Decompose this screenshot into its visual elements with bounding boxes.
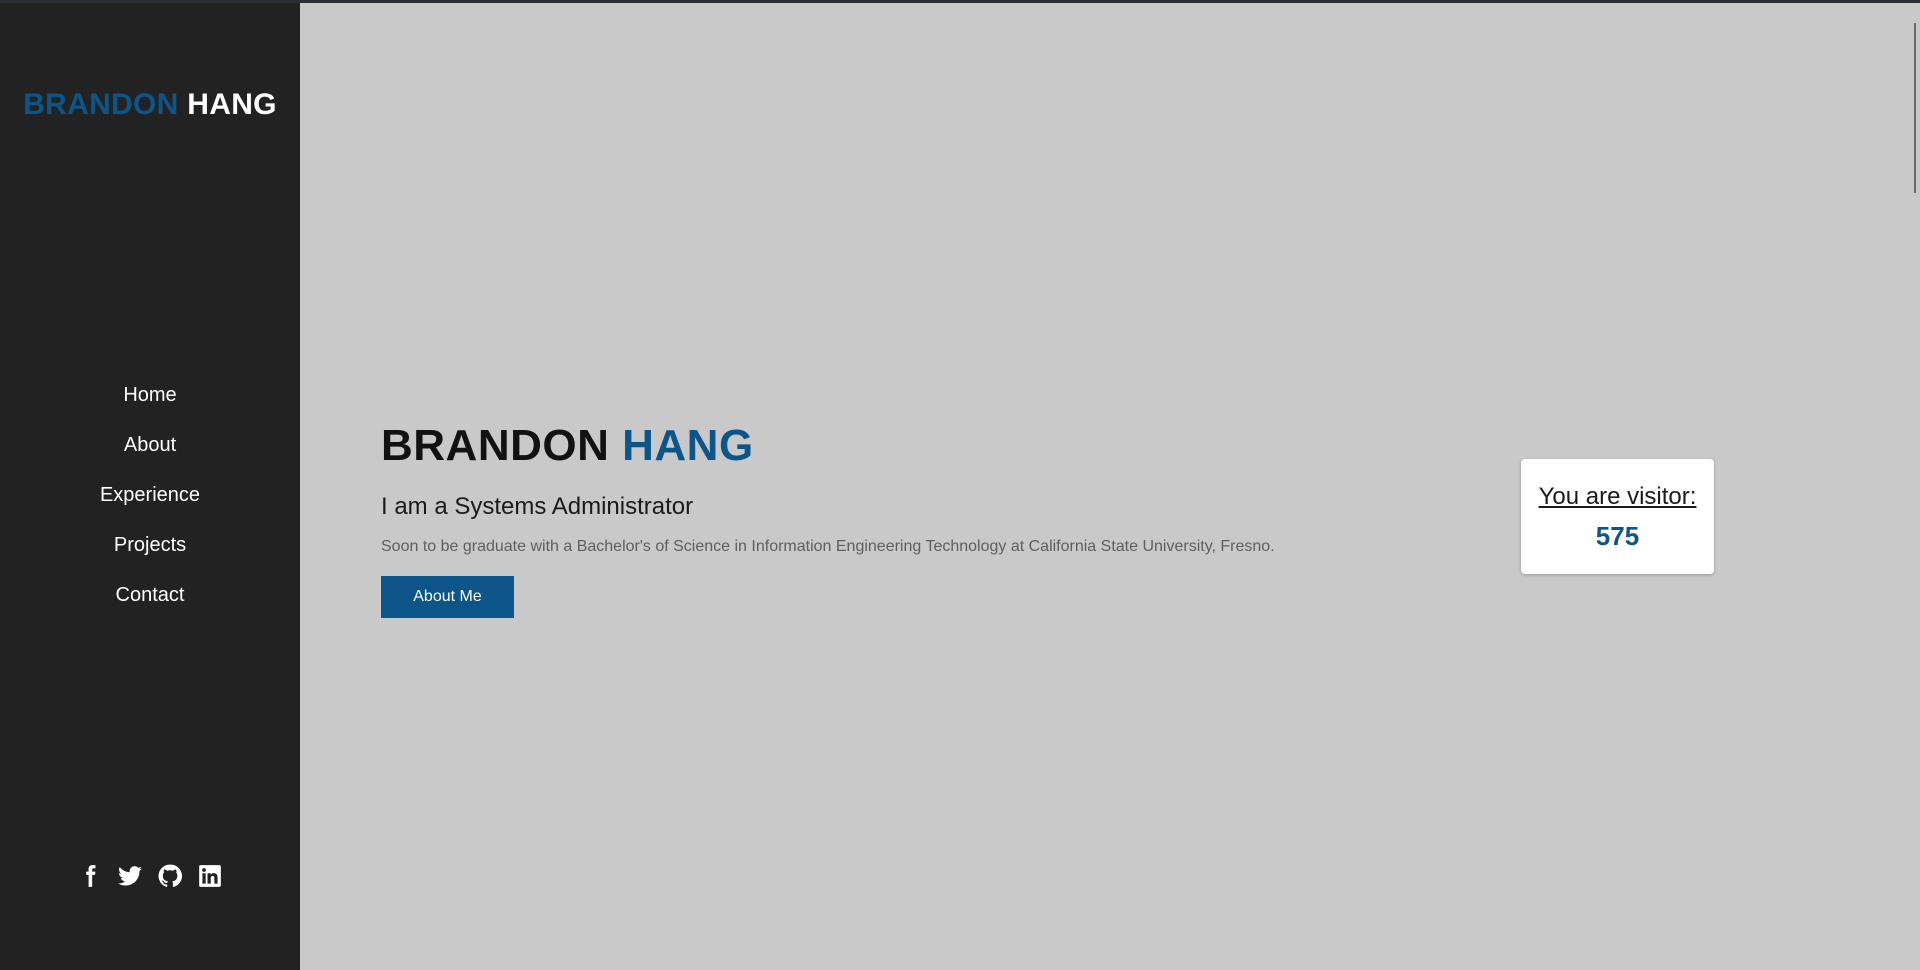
hero-role: I am a Systems Administrator (381, 493, 694, 520)
nav-link-projects[interactable]: Projects (108, 530, 192, 560)
visitor-count: 575 (1595, 521, 1640, 551)
twitter-icon[interactable] (116, 862, 144, 890)
facebook-icon[interactable] (76, 862, 104, 890)
hero-description: Soon to be graduate with a Bachelor's of… (381, 538, 1275, 555)
nav-item-about: About (0, 430, 300, 480)
main-content: BRANDON HANG I am a Systems Administrato… (300, 0, 1920, 970)
hero-name: BRANDON HANG (381, 421, 754, 471)
visitor-label: You are visitor: (1538, 483, 1697, 510)
sidebar-nav: Home About Experience Projects Contact (0, 380, 300, 630)
hero-last-name: HANG (622, 421, 754, 470)
hero-first-name: BRANDON (381, 421, 610, 470)
about-me-button[interactable]: About Me (381, 576, 514, 618)
linkedin-icon[interactable] (196, 862, 224, 890)
nav-link-about[interactable]: About (118, 430, 182, 460)
sidebar: BRANDON HANG Home About Experience Proje… (0, 0, 300, 970)
nav-item-contact: Contact (0, 580, 300, 630)
nav-link-home[interactable]: Home (117, 380, 182, 410)
nav-link-experience[interactable]: Experience (94, 480, 206, 510)
page-scrollbar[interactable] (1910, 3, 1920, 970)
sidebar-brand-logo[interactable]: BRANDON HANG (0, 88, 300, 122)
brand-last-name: HANG (187, 88, 277, 121)
nav-item-projects: Projects (0, 530, 300, 580)
visitor-counter-card: You are visitor: 575 (1521, 459, 1714, 574)
window-top-border (0, 0, 1920, 3)
nav-item-experience: Experience (0, 480, 300, 530)
brand-first-name: BRANDON (23, 88, 179, 121)
nav-link-contact[interactable]: Contact (110, 580, 191, 610)
nav-item-home: Home (0, 380, 300, 430)
github-icon[interactable] (156, 862, 184, 890)
social-links (0, 862, 300, 890)
scrollbar-thumb[interactable] (1914, 23, 1916, 193)
